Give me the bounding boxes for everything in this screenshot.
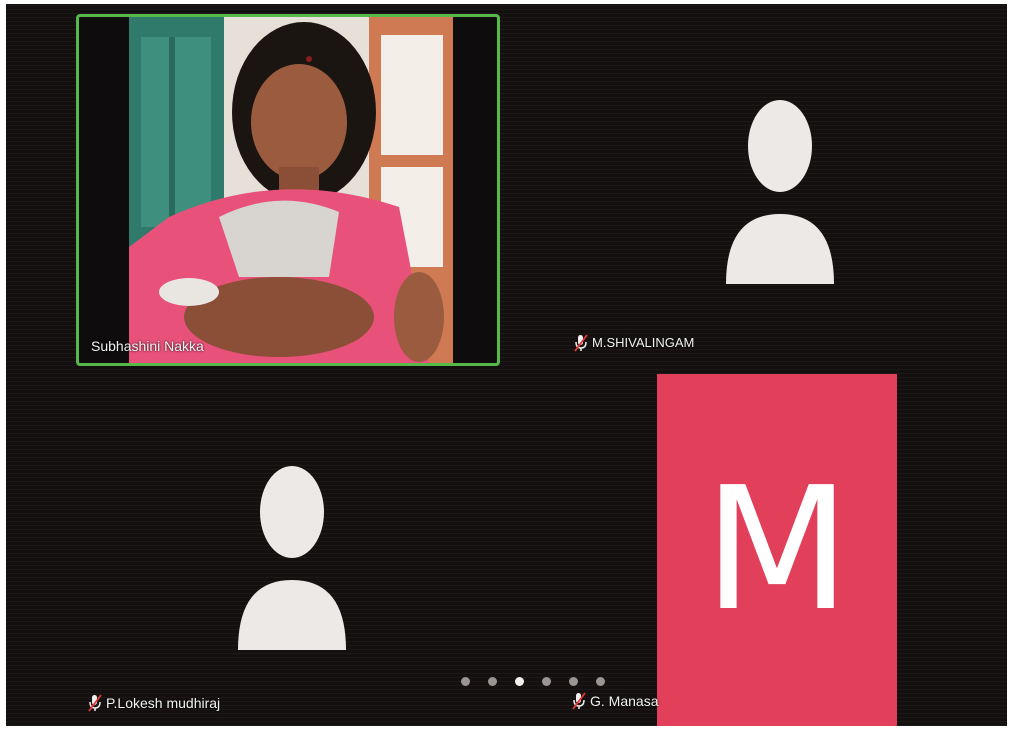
mic-muted-icon [572,692,586,710]
participant-tile-lokesh[interactable]: P.Lokesh mudhiraj [76,404,506,724]
participant-name: P.Lokesh mudhiraj [106,695,221,711]
participant-name: G. Manasa [590,693,659,709]
participant-video-feed [129,17,453,363]
participant-name-label: M.SHIVALINGAM [574,334,694,352]
page-dot[interactable] [488,677,497,686]
default-avatar-icon [726,100,834,284]
participant-tile-manasa[interactable]: M [657,374,897,726]
participant-name-label: G. Manasa [572,692,658,710]
page-dot[interactable] [515,677,524,686]
avatar-letter: M [703,451,851,649]
participant-name-label: P.Lokesh mudhiraj [88,694,220,712]
page-dot[interactable] [596,677,605,686]
default-avatar-icon [238,466,346,650]
mic-muted-icon [88,694,102,712]
participant-name: M.SHIVALINGAM [592,335,695,350]
page-dot[interactable] [461,677,470,686]
page-dot[interactable] [542,677,551,686]
participant-tile-subhashini[interactable]: Subhashini Nakka [76,14,500,366]
meeting-grid: Subhashini Nakka M.SHIVALINGAM P.Lokesh … [6,4,1007,726]
participant-tile-shivalingam[interactable]: M.SHIVALINGAM [566,64,926,364]
page-indicator [461,677,605,686]
participant-name-label: Subhashini Nakka [91,337,204,355]
participant-name: Subhashini Nakka [91,338,204,354]
page-dot[interactable] [569,677,578,686]
mic-muted-icon [574,334,588,352]
